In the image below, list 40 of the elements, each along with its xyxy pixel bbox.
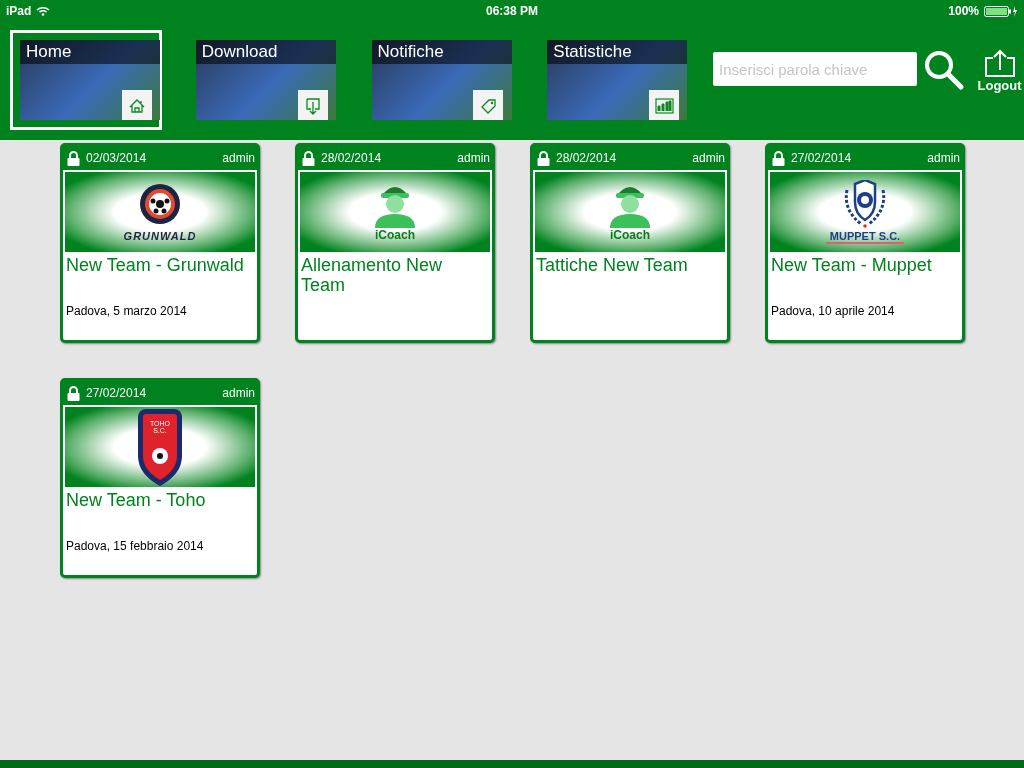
clock-time: 06:38 PM xyxy=(486,4,538,18)
tab-label: Download xyxy=(195,40,336,64)
battery-icon xyxy=(984,5,1018,17)
card-date: 28/02/2014 xyxy=(321,151,382,165)
tab-label: Statistiche xyxy=(547,40,688,64)
card-subtitle: Padova, 10 aprile 2014 xyxy=(770,304,896,318)
wifi-icon xyxy=(36,6,51,16)
logo-text: MUPPET S.C. xyxy=(825,230,905,244)
card-subtitle: Padova, 15 febbraio 2014 xyxy=(65,539,205,553)
card-author: admin xyxy=(692,151,725,165)
logo-text: iCoach xyxy=(375,228,415,242)
device-label: iPad xyxy=(6,4,32,18)
card-date: 27/02/2014 xyxy=(791,151,852,165)
card-date: 27/02/2014 xyxy=(86,386,147,400)
card-title[interactable]: New Team - Muppet xyxy=(768,252,962,275)
search-button[interactable] xyxy=(923,49,966,93)
card-title[interactable]: Tattiche New Team xyxy=(533,252,727,275)
search-icon xyxy=(923,49,966,91)
nav-tab[interactable]: Home xyxy=(10,30,162,130)
card-author: admin xyxy=(927,151,960,165)
card-title[interactable]: New Team - Grunwald xyxy=(63,252,257,275)
battery-percent: 100% xyxy=(948,4,979,18)
tab-label: Home xyxy=(20,40,160,64)
card-title[interactable]: New Team - Toho xyxy=(63,487,257,510)
logo-text: GRUNWALD xyxy=(123,230,197,242)
nav-tab[interactable]: Download xyxy=(185,30,338,130)
share-icon xyxy=(983,48,1016,78)
search-field[interactable]: Inserisci parola chiave xyxy=(713,52,918,86)
card-date: 02/03/2014 xyxy=(86,151,147,165)
logout-button[interactable]: Logout xyxy=(975,48,1024,93)
card-author: admin xyxy=(222,151,255,165)
card-author: admin xyxy=(457,151,490,165)
logo-text: iCoach xyxy=(610,228,650,242)
card-title[interactable]: Allenamento New Team xyxy=(298,252,492,295)
card-author: admin xyxy=(222,386,255,400)
nav-tab[interactable]: Statistiche xyxy=(537,30,690,130)
tab-label: Notifiche xyxy=(371,40,512,64)
card-date: 28/02/2014 xyxy=(556,151,617,165)
card-subtitle: Padova, 5 marzo 2014 xyxy=(65,304,188,318)
nav-tab[interactable]: Notifiche xyxy=(361,30,514,130)
